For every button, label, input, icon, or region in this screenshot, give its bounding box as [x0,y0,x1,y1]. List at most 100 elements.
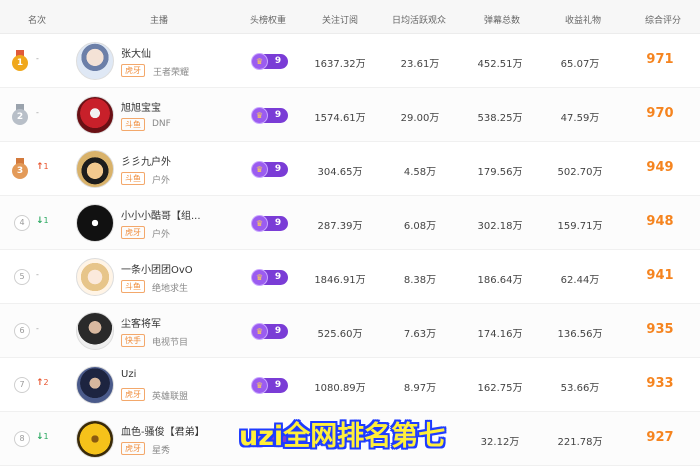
score-value: 970 [646,106,674,121]
rank-number: 8 [14,431,30,447]
streamer-name[interactable]: 一条小团团OvO [121,261,193,276]
crown-icon: ♛ [251,323,268,340]
platform-badge: 快手 [121,334,145,347]
score-value: 971 [646,52,674,67]
crown-icon: ♛ [251,107,268,124]
score-value: 933 [646,376,674,391]
avatar[interactable] [76,258,114,296]
video-caption: uzi全网排名第七 [239,421,446,452]
gifts-value: 53.66万 [560,383,600,394]
weight-badge: ♛ 9 [251,107,288,124]
rank-trend: - [36,108,39,117]
weight-badge: ♛ 9 [251,161,288,178]
avatar[interactable] [76,42,114,80]
weight-badge: ♛ 9 [251,215,288,232]
arrow-down-icon: ↓ [36,432,44,442]
silver-medal-icon: 2 [12,104,28,126]
crown-icon: ♛ [251,215,268,232]
avatar[interactable] [76,312,114,350]
gifts-value: 159.71万 [557,221,603,232]
header-gifts: 收益礼物 [565,16,602,26]
gifts-value: 62.44万 [560,275,600,286]
score-value: 948 [646,214,674,229]
crown-icon: ♛ [251,53,268,70]
score-value: 949 [646,160,674,175]
arrow-up-icon: ↑ [36,378,44,388]
daily-active-value: 4.58万 [403,167,437,178]
streamer-name[interactable]: 张大仙 [121,45,151,60]
weight-badge: ♛ 9 [251,53,288,70]
crown-icon: ♛ [251,161,268,178]
header-rank: 名次 [28,16,47,26]
subscribers-value: 1846.91万 [314,275,366,286]
platform-badge: 斗鱼 [121,172,145,185]
category-label: 户外 [152,176,171,186]
rank-number: 5 [14,269,30,285]
table-row[interactable]: 2 - 旭旭宝宝 斗鱼 DNF ♛ 9 1574.61万 29.00万 538.2… [0,88,700,142]
arrow-down-icon: ↓ [36,216,44,226]
score-value: 941 [646,268,674,283]
category-label: 绝地求生 [152,284,189,294]
streamer-name[interactable]: 尘客将军 [121,315,161,330]
daily-active-value: 8.97万 [403,383,437,394]
table-row[interactable]: 1 - 张大仙 虎牙 王者荣耀 ♛ 9 1637.32万 23.61万 452.5… [0,34,700,88]
streamer-name[interactable]: 旭旭宝宝 [121,99,161,114]
weight-badge: ♛ 9 [251,269,288,286]
rank-trend-up: ↑1 [36,162,49,172]
header-daily-active: 日均活跃观众 [392,16,447,26]
avatar[interactable] [76,420,114,458]
subscribers-value: 287.39万 [317,221,363,232]
danmu-value: 32.12万 [480,437,520,448]
table-row[interactable]: 6 - 尘客将军 快手 电视节目 ♛ 9 525.60万 7.63万 174.16… [0,304,700,358]
avatar[interactable] [76,366,114,404]
table-header: 名次 主播 头榜权重 关注订阅 日均活跃观众 弹幕总数 收益礼物 综合评分 [0,0,700,34]
danmu-value: 538.25万 [477,113,523,124]
subscribers-value: 1080.89万 [314,383,366,394]
category-label: 电视节目 [152,338,189,348]
streamer-name[interactable]: 小小小酷哥【组... [121,207,201,222]
subscribers-value: 304.65万 [317,167,363,178]
subscribers-value: 1574.61万 [314,113,366,124]
avatar[interactable] [76,150,114,188]
danmu-value: 179.56万 [477,167,523,178]
platform-badge: 虎牙 [121,226,145,239]
table-row[interactable]: 3 ↑1 彡彡九户外 斗鱼 户外 ♛ 9 304.65万 4.58万 179.56… [0,142,700,196]
table-row[interactable]: 4 ↓1 小小小酷哥【组... 虎牙 户外 ♛ 9 287.39万 6.08万 3… [0,196,700,250]
danmu-value: 302.18万 [477,221,523,232]
avatar[interactable] [76,96,114,134]
platform-badge: 斗鱼 [121,280,145,293]
gifts-value: 47.59万 [560,113,600,124]
category-label: DNF [152,119,171,129]
table-row[interactable]: 7 ↑2 Uzi 虎牙 英雄联盟 ♛ 9 1080.89万 8.97万 162.7… [0,358,700,412]
weight-badge: ♛ 9 [251,377,288,394]
gifts-value: 136.56万 [557,329,603,340]
streamer-name[interactable]: Uzi [121,369,136,380]
streamer-name[interactable]: 彡彡九户外 [121,153,171,168]
header-weight: 头榜权重 [250,16,287,26]
avatar[interactable] [76,204,114,242]
header-score: 综合评分 [645,16,682,26]
subscribers-value: 1637.32万 [314,59,366,70]
header-danmu: 弹幕总数 [484,16,521,26]
platform-badge: 虎牙 [121,388,145,401]
rank-trend-down: ↓1 [36,216,49,226]
rank-trend: - [36,54,39,63]
header-streamer: 主播 [150,16,169,26]
rank-trend-down: ↓1 [36,432,49,442]
rank-trend: - [36,270,39,279]
platform-badge: 虎牙 [121,64,145,77]
table-row[interactable]: 5 - 一条小团团OvO 斗鱼 绝地求生 ♛ 9 1846.91万 8.38万 1… [0,250,700,304]
category-label: 英雄联盟 [152,392,189,402]
gifts-value: 65.07万 [560,59,600,70]
daily-active-value: 23.61万 [400,59,440,70]
rank-trend-up: ↑2 [36,378,49,388]
rank-number: 6 [14,323,30,339]
platform-badge: 虎牙 [121,442,145,455]
score-value: 935 [646,322,674,337]
daily-active-value: 29.00万 [400,113,440,124]
crown-icon: ♛ [251,269,268,286]
gifts-value: 221.78万 [557,437,603,448]
crown-icon: ♛ [251,377,268,394]
daily-active-value: 7.63万 [403,329,437,340]
streamer-name[interactable]: 血色-骚俊【君弟】 [121,423,205,438]
